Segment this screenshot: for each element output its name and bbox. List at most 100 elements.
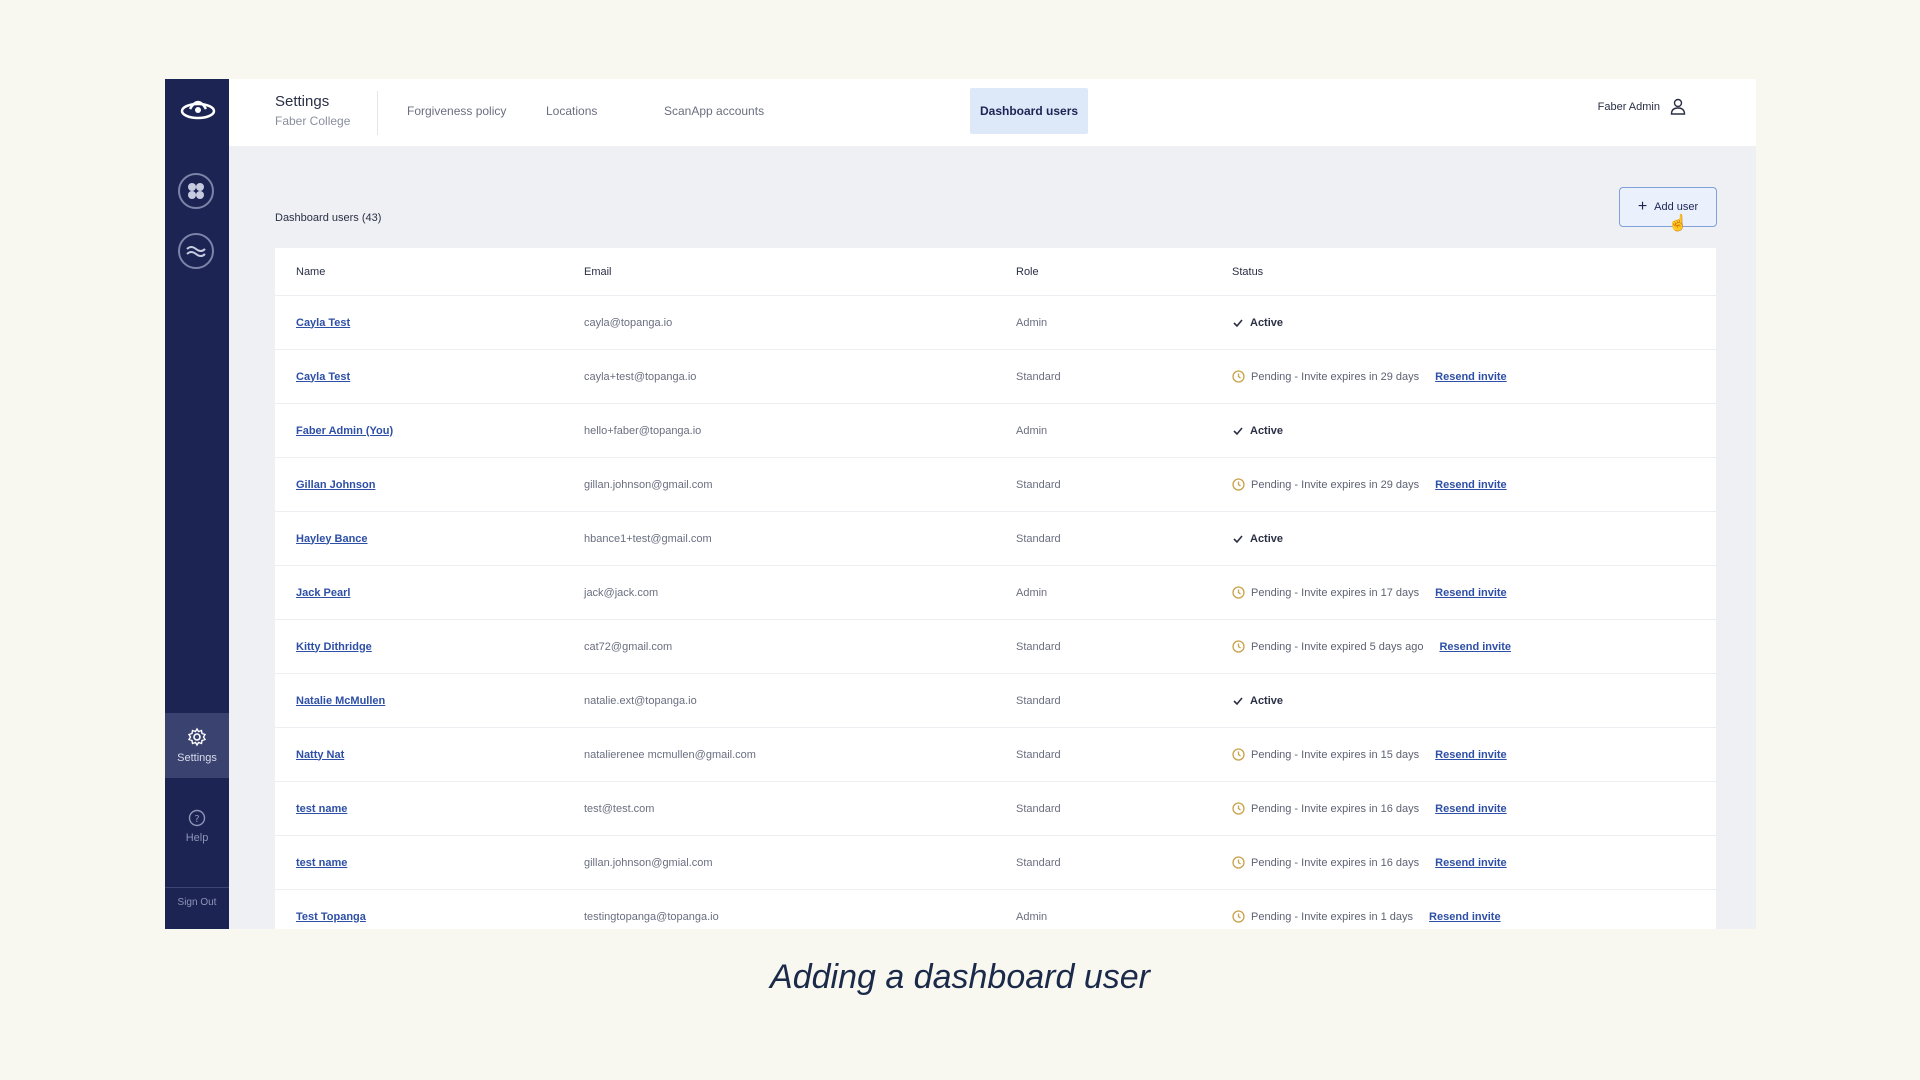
user-status-cell: Pending - Invite expires in 29 days Resen… [1232,458,1507,511]
resend-invite-link[interactable]: Resend invite [1435,587,1507,599]
clock-icon [1232,640,1245,653]
user-email-cell: hbance1+test@gmail.com [584,532,712,545]
user-name-cell: Cayla Test [296,350,350,403]
logo-icon[interactable] [179,93,217,127]
user-role-cell: Admin [1016,424,1048,437]
page-subtitle: Faber College [275,114,351,128]
user-name-link[interactable]: test name [296,803,347,815]
user-name-cell: Kitty Dithridge [296,620,372,673]
gear-icon [187,727,207,747]
user-name-cell: Cayla Test [296,296,350,349]
user-role-cell: Standard [1016,694,1061,707]
column-header-role[interactable]: Role [1016,248,1039,295]
user-name-cell: Gillan Johnson [296,458,375,511]
user-role-cell: Standard [1016,748,1061,761]
user-email-cell: natalierenee mcmullen@gmail.com [584,748,756,761]
tab-dashboard-users[interactable]: Dashboard users [970,88,1089,134]
tab-locations[interactable]: Locations [536,88,607,134]
clock-icon [1232,748,1245,761]
user-status-cell: Active [1232,404,1283,457]
table-row: Cayla Test cayla+test@topanga.io Standard P… [275,350,1716,404]
user-name-cell: Faber Admin (You) [296,404,393,457]
user-name-link[interactable]: Hayley Bance [296,533,368,545]
user-name-link[interactable]: Gillan Johnson [296,479,375,491]
page-title: Settings [275,93,330,110]
table-row: Cayla Test cayla@topanga.io Admin Active [275,296,1716,350]
user-email-cell: jack@jack.com [584,586,659,599]
user-status-cell: Pending - Invite expires in 16 days Resen… [1232,836,1507,889]
tab-scanapp-accounts[interactable]: ScanApp accounts [654,88,774,134]
user-name-link[interactable]: Cayla Test [296,371,350,383]
plus-icon: + [1637,198,1648,215]
user-role-cell: Standard [1016,802,1061,815]
check-icon [1233,318,1243,327]
user-status-cell: Active [1232,512,1283,565]
user-role-cell: Standard [1016,856,1061,869]
user-role-cell: Admin [1016,316,1048,329]
app-window: Settings ? Help Sign Out Settings Faber … [165,79,1756,929]
sidebar: Settings ? Help Sign Out [165,79,229,929]
user-name-link[interactable]: Natalie McMullen [296,695,385,707]
resend-invite-link[interactable]: Resend invite [1435,803,1507,815]
user-name-cell: test name [296,836,347,889]
main-content: Dashboard users (43) + Add user ☝ Name E… [229,146,1756,929]
waves-nav-icon[interactable] [178,233,214,269]
resend-invite-link[interactable]: Resend invite [1435,479,1507,491]
user-name-link[interactable]: test name [296,857,347,869]
clock-icon [1232,478,1245,491]
users-table: Name Email Role Status Cayla Test cayla@t… [275,248,1716,929]
user-name-cell: Hayley Bance [296,512,368,565]
user-menu[interactable]: Faber Admin [1598,98,1686,115]
table-row: Hayley Bance hbance1+test@gmail.com Standa… [275,512,1716,566]
status-text: Pending - Invite expires in 16 days [1251,856,1420,869]
sidebar-item-settings[interactable]: Settings [165,713,229,778]
table-row: Natty Nat natalierenee mcmullen@gmail.com… [275,728,1716,782]
user-email-cell: cayla@topanga.io [584,316,673,329]
user-name-link[interactable]: Faber Admin (You) [296,425,393,437]
sidebar-item-label: Settings [177,752,217,764]
user-role-cell: Standard [1016,478,1061,491]
top-bar: Settings Faber College Forgiveness polic… [229,79,1756,146]
user-name-link[interactable]: Natty Nat [296,749,344,761]
header-divider [377,91,378,135]
user-role-cell: Admin [1016,586,1048,599]
table-row: Jack Pearl jack@jack.com Admin Pending - In… [275,566,1716,620]
sidebar-item-label: Help [185,831,209,844]
user-email-cell: gillan.johnson@gmail.com [584,478,713,491]
resend-invite-link[interactable]: Resend invite [1429,911,1501,923]
user-name-link[interactable]: Jack Pearl [296,587,350,599]
user-status-cell: Pending - Invite expires in 1 days Resend… [1232,890,1501,929]
user-role-cell: Standard [1016,532,1061,545]
user-status-cell: Pending - Invite expires in 15 days Resen… [1232,728,1507,781]
dashboard-nav-icon[interactable] [178,173,214,209]
pointer-cursor-icon: ☝ [1668,215,1688,232]
status-text: Pending - Invite expires in 17 days [1251,586,1420,599]
resend-invite-link[interactable]: Resend invite [1435,857,1507,869]
sign-out-link[interactable]: Sign Out [165,897,229,908]
status-text: Active [1250,694,1284,707]
user-name-link[interactable]: Cayla Test [296,317,350,329]
resend-invite-link[interactable]: Resend invite [1439,641,1511,653]
column-header-email[interactable]: Email [584,248,612,295]
resend-invite-link[interactable]: Resend invite [1435,749,1507,761]
clock-icon [1232,802,1245,815]
user-name-cell: Test Topanga [296,890,366,929]
user-name-link[interactable]: Kitty Dithridge [296,641,372,653]
sidebar-item-help[interactable]: ? Help [165,801,229,851]
user-name-link[interactable]: Test Topanga [296,911,366,923]
status-text: Pending - Invite expires in 1 days [1251,910,1414,923]
status-text: Active [1250,532,1284,545]
user-name-cell: test name [296,782,347,835]
tab-forgiveness-policy[interactable]: Forgiveness policy [397,88,516,134]
column-header-status[interactable]: Status [1232,248,1263,295]
sidebar-divider [165,887,229,888]
clock-icon [1232,370,1245,383]
table-row: Kitty Dithridge cat72@gmail.com Standard Pe… [275,620,1716,674]
status-text: Pending - Invite expires in 29 days [1251,478,1420,491]
table-row: Faber Admin (You) hello+faber@topanga.io A… [275,404,1716,458]
resend-invite-link[interactable]: Resend invite [1435,371,1507,383]
svg-text:?: ? [194,814,199,825]
user-email-cell: test@test.com [584,802,655,815]
table-row: Gillan Johnson gillan.johnson@gmail.com St… [275,458,1716,512]
column-header-name[interactable]: Name [296,248,325,295]
